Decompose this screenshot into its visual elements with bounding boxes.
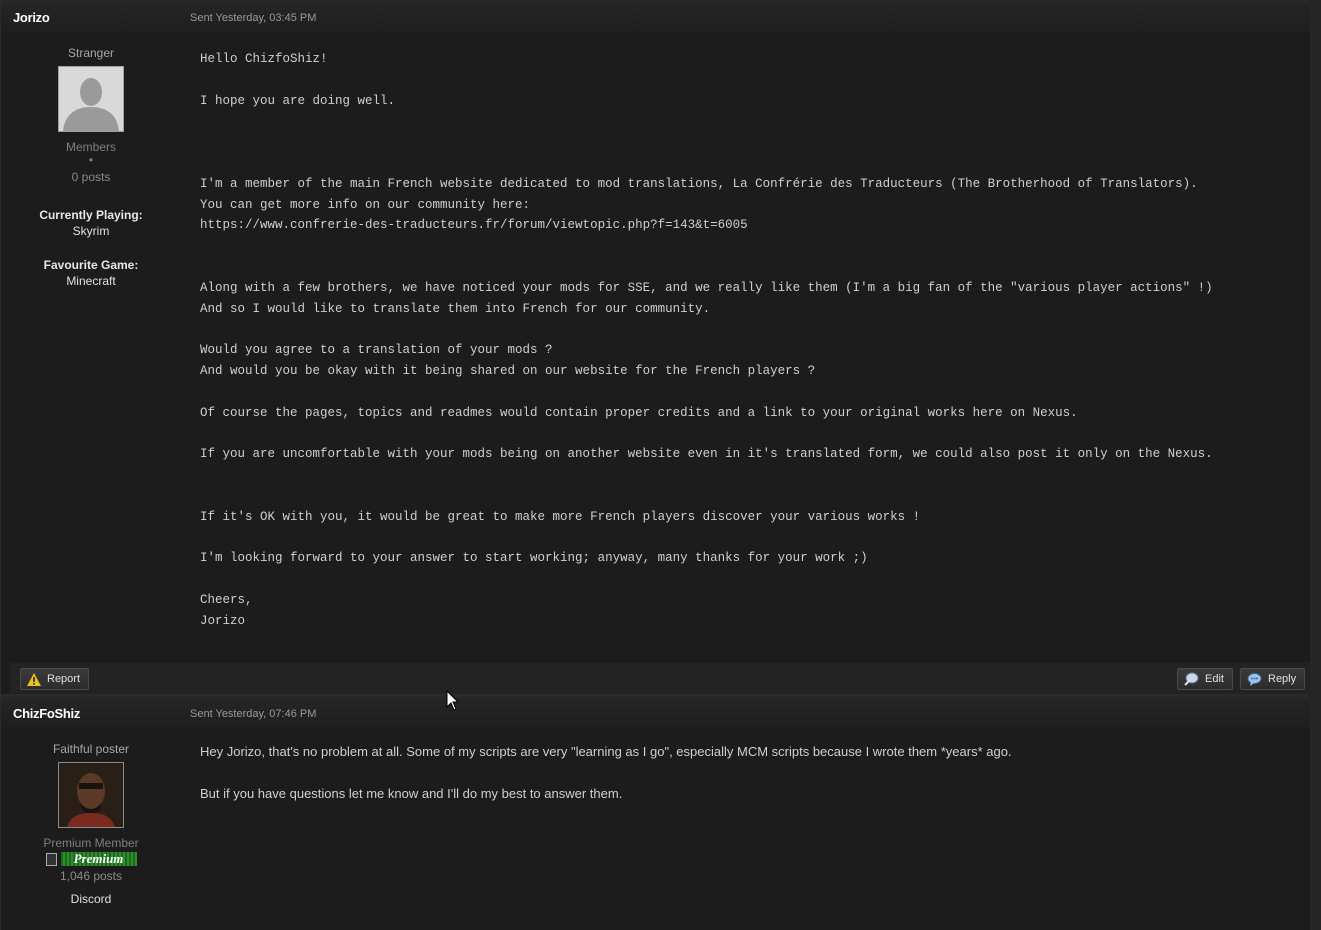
favourite-game-value: Minecraft xyxy=(66,274,116,288)
message-body: Hey Jorizo, that's no problem at all. So… xyxy=(200,744,1012,801)
premium-badge: Premium xyxy=(60,852,137,866)
reply-label: Reply xyxy=(1268,673,1297,685)
reply-button[interactable]: Reply xyxy=(1240,668,1306,690)
default-avatar-icon xyxy=(59,67,123,131)
character-avatar-icon xyxy=(59,763,123,827)
reply-icon xyxy=(1247,672,1262,686)
edit-icon xyxy=(1184,672,1199,686)
message-body: Hello ChizfoShiz! I hope you are doing w… xyxy=(200,52,1213,628)
mouse-cursor-icon xyxy=(446,690,460,711)
sent-date: Sent Yesterday, 07:46 PM xyxy=(190,708,317,720)
sent-date: Sent Yesterday, 03:45 PM xyxy=(190,12,317,24)
separator-dot: • xyxy=(88,153,94,167)
message-post: Jorizo Sent Yesterday, 03:45 PM Stranger… xyxy=(1,1,1310,694)
report-label: Report xyxy=(47,673,81,685)
post-header: ChizFoShiz Sent Yesterday, 07:46 PM xyxy=(1,697,1310,729)
member-rank: Stranger xyxy=(67,46,115,60)
membership-card-icon xyxy=(45,852,57,866)
currently-playing-label: Currently Playing: xyxy=(39,208,143,222)
member-group: Members xyxy=(65,140,116,154)
post-count: 0 posts xyxy=(71,170,111,184)
edit-label: Edit xyxy=(1205,673,1224,685)
edit-button[interactable]: Edit xyxy=(1177,668,1233,690)
discord-label: Discord xyxy=(70,892,112,906)
author-info: Faithful poster Premium Member Premium 1… xyxy=(1,729,181,906)
currently-playing-value: Skyrim xyxy=(72,224,110,238)
favourite-game-label: Favourite Game: xyxy=(43,258,139,272)
author-name[interactable]: ChizFoShiz xyxy=(13,706,80,721)
message-post: ChizFoShiz Sent Yesterday, 07:46 PM Fait… xyxy=(1,697,1310,930)
author-info: Stranger Members • 0 posts Currently Pla… xyxy=(1,33,181,288)
report-button[interactable]: Report xyxy=(20,668,90,690)
warning-icon xyxy=(27,672,41,686)
post-actions-bar: Report Edit Reply xyxy=(10,663,1310,694)
author-name[interactable]: Jorizo xyxy=(13,10,50,25)
member-group: Premium Member xyxy=(43,836,139,850)
post-header: Jorizo Sent Yesterday, 03:45 PM xyxy=(1,1,1310,33)
scrollbar[interactable] xyxy=(1309,0,1321,930)
premium-badge-row: Premium xyxy=(1,852,181,866)
avatar[interactable] xyxy=(58,762,124,828)
post-count: 1,046 posts xyxy=(59,869,123,883)
avatar[interactable] xyxy=(58,66,124,132)
member-rank: Faithful poster xyxy=(52,742,130,756)
